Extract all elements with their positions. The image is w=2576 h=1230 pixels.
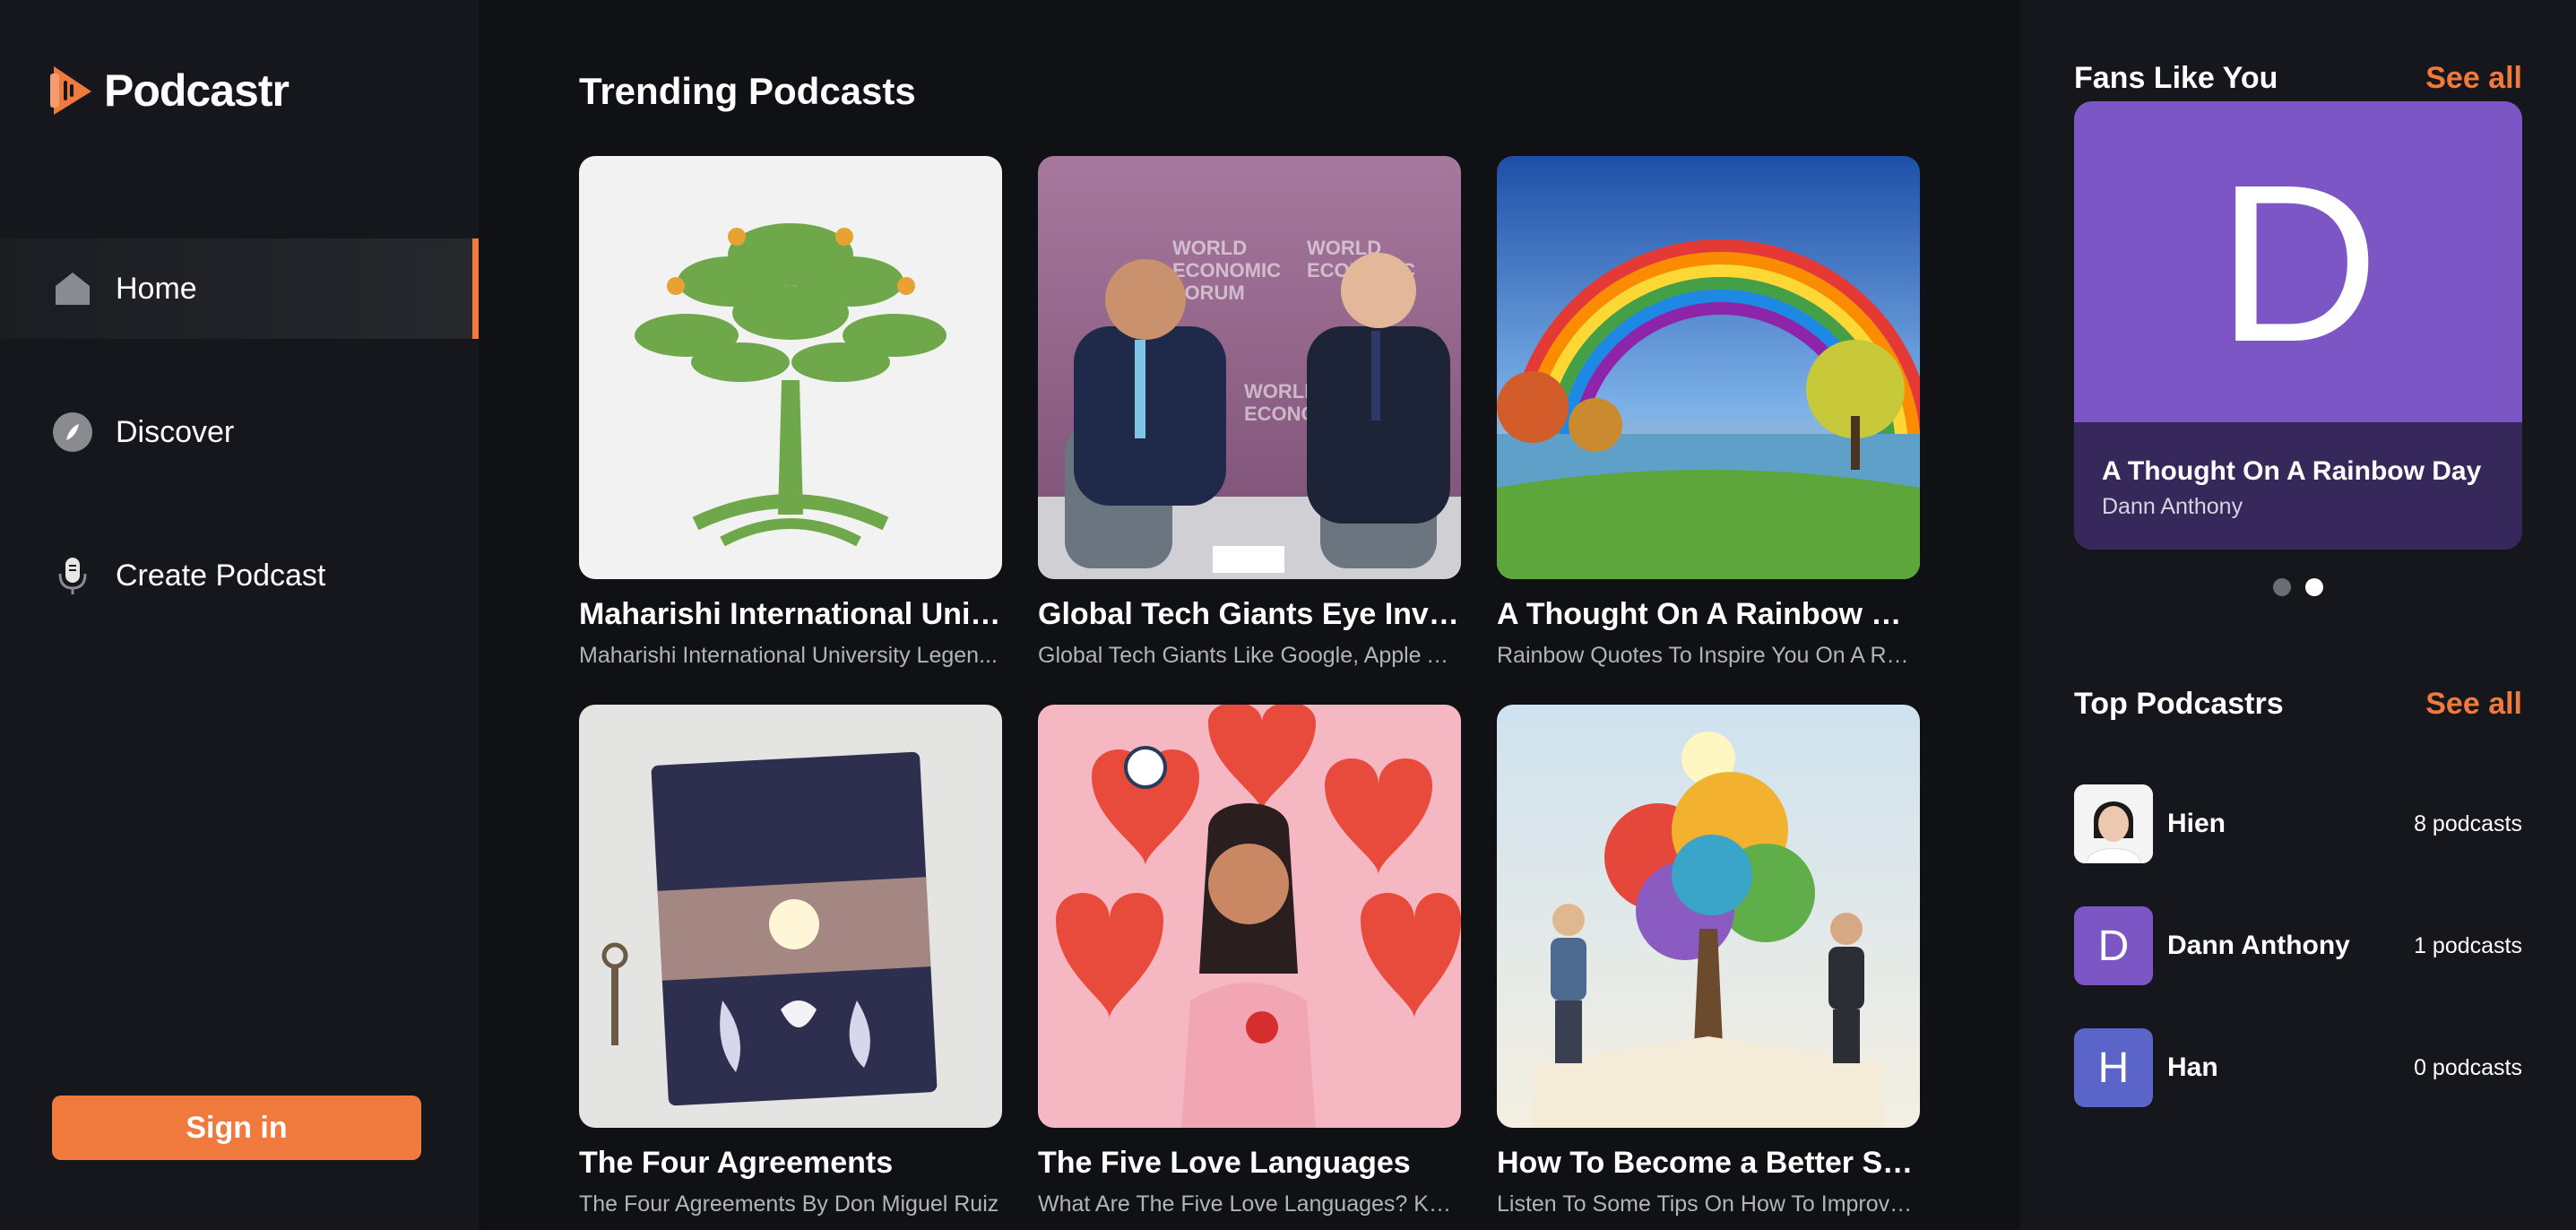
interview-photo-image: WORLDECONOMICFORUM WORLDECONOMIC WORLDEC…: [1038, 156, 1461, 579]
logo[interactable]: Podcastr: [50, 65, 290, 117]
fan-card-letter: D: [2217, 137, 2380, 388]
main-content: Trending Podcasts Maharishi Internationa…: [479, 0, 2020, 1230]
nav-item-home[interactable]: Home: [0, 238, 479, 339]
podcast-card[interactable]: Maharishi International Univ... Maharish…: [579, 156, 1002, 669]
fan-card[interactable]: D A Thought On A Rainbow Day Dann Anthon…: [2074, 101, 2522, 550]
carousel-dot-active[interactable]: [2305, 578, 2323, 596]
podcast-description: Maharishi International University Legen…: [579, 643, 998, 668]
tree-logo-image: [579, 156, 1002, 579]
podcast-thumbnail: [579, 705, 1002, 1128]
fan-card-podcast-title: A Thought On A Rainbow Day: [2102, 456, 2482, 486]
love-illustration-image: [1038, 705, 1461, 1128]
podcast-title: Maharishi International Univ...: [579, 597, 1002, 631]
podcast-description: Rainbow Quotes To Inspire You On A Rain.…: [1497, 643, 1920, 668]
carousel-dots: [2273, 578, 2323, 596]
top-podcastr-count: 0 podcasts: [2414, 1054, 2522, 1080]
podcast-card[interactable]: How To Become a Better Soft... Listen To…: [1497, 705, 1920, 1217]
left-sidebar: Podcastr Home Discover Create Podcast Si…: [0, 0, 479, 1230]
podcast-title: The Four Agreements: [579, 1146, 894, 1180]
nav-label-home: Home: [116, 271, 197, 306]
podcast-title: Global Tech Giants Eye Inves...: [1038, 597, 1461, 631]
top-podcastr-row[interactable]: D Dann Anthony 1 podcasts: [2074, 905, 2522, 986]
podcast-thumbnail: [1497, 705, 1920, 1128]
avatar: H: [2074, 1028, 2153, 1107]
top-podcastr-name: Han: [2167, 1052, 2218, 1082]
podcast-card[interactable]: WORLDECONOMICFORUM WORLDECONOMIC WORLDEC…: [1038, 156, 1461, 669]
avatar: D: [2074, 906, 2153, 985]
avatar: [2074, 784, 2153, 863]
book-cover-image: [579, 705, 1002, 1128]
fans-see-all-link[interactable]: See all: [2425, 61, 2522, 96]
podcast-thumbnail: [579, 156, 1002, 579]
podcast-thumbnail: [1038, 705, 1461, 1128]
nav-label-discover: Discover: [116, 414, 235, 449]
top-podcastrs-title: Top Podcastrs: [2074, 687, 2284, 721]
podcast-title: A Thought On A Rainbow Day: [1497, 597, 1920, 631]
podcast-description: Listen To Some Tips On How To Improve A.…: [1497, 1191, 1920, 1217]
home-icon: [52, 268, 93, 309]
nav-item-create-podcast[interactable]: Create Podcast: [0, 525, 479, 626]
microphone-icon: [52, 555, 93, 596]
fans-like-you-title: Fans Like You: [2074, 61, 2278, 95]
top-podcastrs-see-all-link[interactable]: See all: [2425, 687, 2522, 722]
svg-text:ECONOMIC: ECONOMIC: [1172, 259, 1281, 282]
podcast-description: The Four Agreements By Don Miguel Ruiz: [579, 1191, 999, 1217]
sign-in-button[interactable]: Sign in: [52, 1096, 421, 1160]
svg-text:WORLD: WORLD: [1172, 237, 1247, 259]
nav-item-discover[interactable]: Discover: [0, 382, 479, 482]
top-podcastr-count: 8 podcasts: [2414, 810, 2522, 836]
growth-tree-image: [1497, 705, 1920, 1128]
rainbow-landscape-image: [1497, 156, 1920, 579]
carousel-dot[interactable]: [2273, 578, 2291, 596]
user-photo-icon: [2074, 784, 2153, 863]
fan-card-overlay: A Thought On A Rainbow Day Dann Anthony: [2074, 422, 2522, 550]
podcast-card[interactable]: The Four Agreements The Four Agreements …: [579, 705, 1002, 1217]
top-podcastr-name: Dann Anthony: [2167, 931, 2350, 960]
compass-icon: [52, 411, 93, 453]
podcast-title: How To Become a Better Soft...: [1497, 1146, 1920, 1180]
app-name: Podcastr: [104, 65, 290, 116]
podcast-thumbnail: [1497, 156, 1920, 579]
podcastr-logo-icon: [50, 66, 91, 115]
podcast-thumbnail: WORLDECONOMICFORUM WORLDECONOMIC WORLDEC…: [1038, 156, 1461, 579]
podcast-card[interactable]: A Thought On A Rainbow Day Rainbow Quote…: [1497, 156, 1920, 669]
right-sidebar: Fans Like You See all D A Thought On A R…: [2020, 0, 2576, 1230]
top-podcastr-row[interactable]: H Han 0 podcasts: [2074, 1027, 2522, 1108]
podcast-card[interactable]: The Five Love Languages What Are The Fiv…: [1038, 705, 1461, 1217]
top-podcastr-name: Hien: [2167, 809, 2226, 838]
top-podcastr-count: 1 podcasts: [2414, 932, 2522, 958]
podcast-description: Global Tech Giants Like Google, Apple An…: [1038, 643, 1461, 668]
fan-card-author: Dann Anthony: [2102, 494, 2243, 519]
section-title-trending: Trending Podcasts: [579, 70, 916, 112]
podcast-description: What Are The Five Love Languages? Kno...: [1038, 1191, 1461, 1217]
podcast-title: The Five Love Languages: [1038, 1146, 1411, 1180]
nav-label-create-podcast: Create Podcast: [116, 558, 326, 593]
top-podcastr-row[interactable]: Hien 8 podcasts: [2074, 784, 2522, 864]
